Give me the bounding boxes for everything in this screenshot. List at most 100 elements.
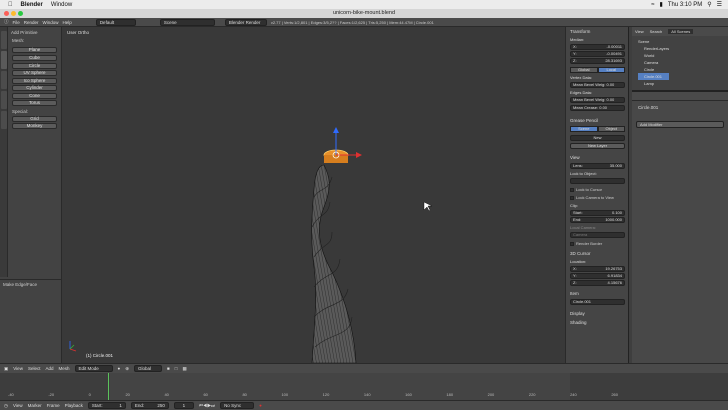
outliner-item-selected[interactable]: Circle.001 (638, 73, 670, 80)
help-menu[interactable]: Help (63, 20, 72, 25)
app-menu[interactable]: Blender (21, 2, 43, 8)
cursor-z-field[interactable]: Z: 4.15676 (570, 280, 625, 286)
tab-shading[interactable] (1, 71, 7, 89)
new-grease-pencil-button[interactable]: New (570, 135, 625, 141)
timeline-view-menu[interactable]: View (13, 403, 23, 408)
mesh-menu[interactable]: Mesh (58, 366, 69, 371)
mode-selector[interactable]: Edit Mode (74, 365, 113, 372)
record-icon[interactable]: ● (259, 403, 262, 408)
outliner-item[interactable]: Scene (638, 38, 669, 45)
add-circle-button[interactable]: Circle (12, 63, 57, 69)
marker-menu[interactable]: Marker (28, 403, 42, 408)
grease-pencil-panel-title[interactable]: Grease Pencil (570, 118, 598, 123)
shading-icon[interactable]: ● (118, 366, 121, 371)
end-frame-field[interactable]: End: 250 (130, 402, 169, 409)
apple-icon[interactable]:  (8, 2, 13, 8)
tab-tools[interactable] (1, 31, 7, 49)
view-panel-title[interactable]: View (570, 155, 580, 160)
layout-selector[interactable]: Default (95, 18, 136, 26)
lens-field[interactable]: Lens: 35.000 (570, 163, 625, 169)
vertex-select-icon[interactable]: ■ (167, 366, 170, 371)
editor-type-icon[interactable]: ◷ (4, 403, 8, 409)
playback-menu[interactable]: Playback (65, 403, 83, 408)
frame-menu[interactable]: Frame (47, 403, 60, 408)
add-modifier-button[interactable]: Add Modifier (636, 121, 724, 128)
editor-type-icon[interactable]: ▣ (4, 366, 8, 372)
median-y-field[interactable]: Y: -0.00491 (570, 51, 625, 57)
file-menu[interactable]: File (13, 20, 20, 25)
item-name-field[interactable]: Circle.001 (570, 299, 625, 305)
add-primitive-panel-title[interactable]: Add Primitive (11, 30, 38, 35)
window-menu-blender[interactable]: Window (43, 20, 59, 25)
edge-select-icon[interactable]: □ (175, 366, 178, 371)
last-operator-panel[interactable]: Make Edge/Face (3, 282, 37, 287)
battery-icon[interactable]: ▮ (660, 1, 663, 8)
outliner-display-mode[interactable]: All Scenes (668, 29, 694, 34)
minimize-button[interactable] (11, 11, 16, 16)
cursor-x-field[interactable]: X: 19.26753 (570, 266, 625, 272)
cursor-y-field[interactable]: Y: 6.91834 (570, 273, 625, 279)
object-button[interactable]: Object (597, 126, 625, 132)
outliner-item[interactable]: Camera (638, 59, 669, 66)
view-menu[interactable]: View (13, 366, 23, 371)
add-cone-button[interactable]: Cone (12, 93, 57, 99)
display-panel-title[interactable]: Display (570, 311, 585, 316)
render-menu[interactable]: Render (24, 20, 39, 25)
render-engine-selector[interactable]: Blender Render (224, 18, 267, 26)
outliner-view-menu[interactable]: View (635, 29, 644, 34)
lock-object-field[interactable] (570, 178, 625, 184)
global-button[interactable]: Global (570, 67, 598, 73)
tab-grease-pencil[interactable] (1, 111, 7, 129)
mean-bevel-vertex-field[interactable]: Mean Bevel Weig: 0.00 (570, 82, 625, 88)
3d-viewport[interactable]: User Ortho (1) Circle.001 (62, 27, 565, 363)
current-frame-field[interactable]: 1 (173, 402, 194, 409)
close-button[interactable] (4, 11, 9, 16)
maximize-button[interactable] (18, 11, 23, 16)
3d-cursor-panel-title[interactable]: 3D Cursor (570, 251, 591, 256)
clip-end-field[interactable]: End: 1000.000 (570, 217, 625, 223)
add-grid-button[interactable]: Grid (12, 116, 57, 122)
outliner-item[interactable]: RenderLayers (638, 45, 669, 52)
outliner-item[interactable]: World (638, 52, 669, 59)
mesh-canvas[interactable] (62, 27, 565, 363)
search-icon[interactable]: ⚲ (707, 1, 711, 8)
add-ico-sphere-button[interactable]: Ico Sphere (12, 78, 57, 84)
sync-mode-selector[interactable]: No Sync (220, 402, 255, 409)
menu-icon[interactable]: ☰ (717, 1, 722, 8)
wifi-icon[interactable]: ≈ (651, 2, 654, 8)
select-menu[interactable]: Select (28, 366, 41, 371)
start-frame-field[interactable]: Start: 1 (87, 402, 126, 409)
clock[interactable]: Thu 3:10 PM (668, 2, 702, 8)
lock-to-cursor-checkbox[interactable]: Lock to Cursor (570, 187, 602, 192)
properties-context-tabs[interactable] (632, 92, 728, 101)
mean-crease-field[interactable]: Mean Crease: 0.00 (570, 105, 625, 111)
outliner-item[interactable]: Lamp (638, 80, 669, 87)
local-button[interactable]: Local (597, 67, 625, 73)
median-x-field[interactable]: X: -0.00011 (570, 44, 625, 50)
median-z-field[interactable]: Z: 28.31693 (570, 58, 625, 64)
local-camera-field[interactable]: Camera (570, 232, 625, 238)
transform-panel-title[interactable]: Transform (570, 29, 590, 34)
add-cylinder-button[interactable]: Cylinder (12, 85, 57, 91)
add-menu[interactable]: Add (45, 366, 53, 371)
add-uv-sphere-button[interactable]: UV Sphere (12, 70, 57, 76)
add-monkey-button[interactable]: Monkey (12, 123, 57, 129)
scene-selector[interactable]: Scene (159, 18, 215, 26)
editor-type-icon[interactable]: ⓘ (4, 19, 9, 25)
tab-create[interactable] (1, 51, 7, 69)
lock-camera-checkbox[interactable]: Lock Camera to View (570, 195, 614, 200)
add-torus-button[interactable]: Torus (12, 100, 57, 106)
outliner-search-menu[interactable]: Search (650, 29, 663, 34)
timeline[interactable]: -40 -20 0 20 40 60 80 100 120 140 160 180 200 220 240 2… (0, 373, 728, 400)
outliner-item[interactable]: Circle (638, 66, 669, 73)
tab-options[interactable] (1, 91, 7, 109)
playback-controls-icon[interactable]: ⏮◀▶⏭ (199, 403, 215, 408)
add-cube-button[interactable]: Cube (12, 55, 57, 61)
scene-button[interactable]: Scene (570, 126, 598, 132)
add-plane-button[interactable]: Plane (12, 47, 57, 53)
pivot-icon[interactable]: ⊕ (125, 366, 129, 372)
shading-panel-title[interactable]: Shading (570, 320, 587, 325)
clip-start-field[interactable]: Start: 0.100 (570, 210, 625, 216)
transform-orientation-selector[interactable]: Global (134, 365, 162, 372)
item-panel-title[interactable]: Item (570, 291, 579, 296)
